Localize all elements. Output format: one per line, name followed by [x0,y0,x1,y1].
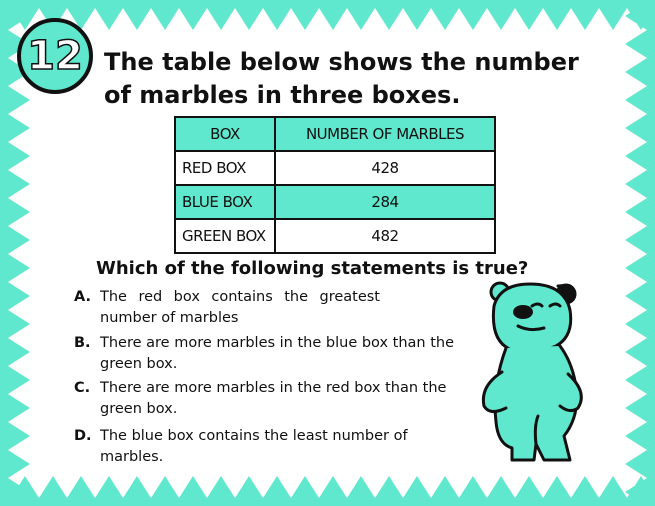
zigzag-segment [0,476,655,506]
option-text: The blue box contains the least number o… [100,428,408,465]
cell-marbles-red: 428 [274,150,496,186]
table-row: GREEN BOX 482 [174,218,496,254]
table-header-row: BOX NUMBER OF MARBLES [174,116,496,152]
cell-box-red: RED BOX [174,150,276,186]
option-text: There are more marbles in the blue box t… [100,335,455,372]
task-card: 12 The table below shows the number of m… [0,0,655,506]
option-c[interactable]: C. There are more marbles in the red box… [74,378,464,420]
option-letter: A. [74,289,91,305]
question-number: 12 [26,32,83,80]
header-box: BOX [174,116,276,152]
table-row: BLUE BOX 284 [174,184,496,220]
cell-box-green: GREEN BOX [174,218,276,254]
table-row: RED BOX 428 [174,150,496,186]
question-number-badge: 12 [17,18,93,94]
option-letter: C. [74,380,91,396]
zigzag-segment [0,0,655,30]
option-a[interactable]: A. The red box contains the greatest num… [74,287,464,329]
cell-marbles-green: 482 [274,218,496,254]
option-letter: B. [74,335,91,351]
prompt-text: The table below shows the number of marb… [104,48,579,109]
option-letter: D. [74,428,92,444]
cell-marbles-blue: 284 [274,184,496,220]
zigzag-segment [625,0,655,506]
marbles-table: BOX NUMBER OF MARBLES RED BOX 428 BLUE B… [174,116,496,254]
option-text: The red box contains the greatest number… [100,289,380,326]
option-d[interactable]: D. The blue box contains the least numbe… [74,426,464,468]
header-marbles: NUMBER OF MARBLES [274,116,496,152]
question-text: Which of the following statements is tru… [96,258,529,279]
cell-box-blue: BLUE BOX [174,184,276,220]
option-b[interactable]: B. There are more marbles in the blue bo… [74,333,464,375]
bear-illustration [481,281,583,462]
option-text: There are more marbles in the red box th… [100,380,447,417]
